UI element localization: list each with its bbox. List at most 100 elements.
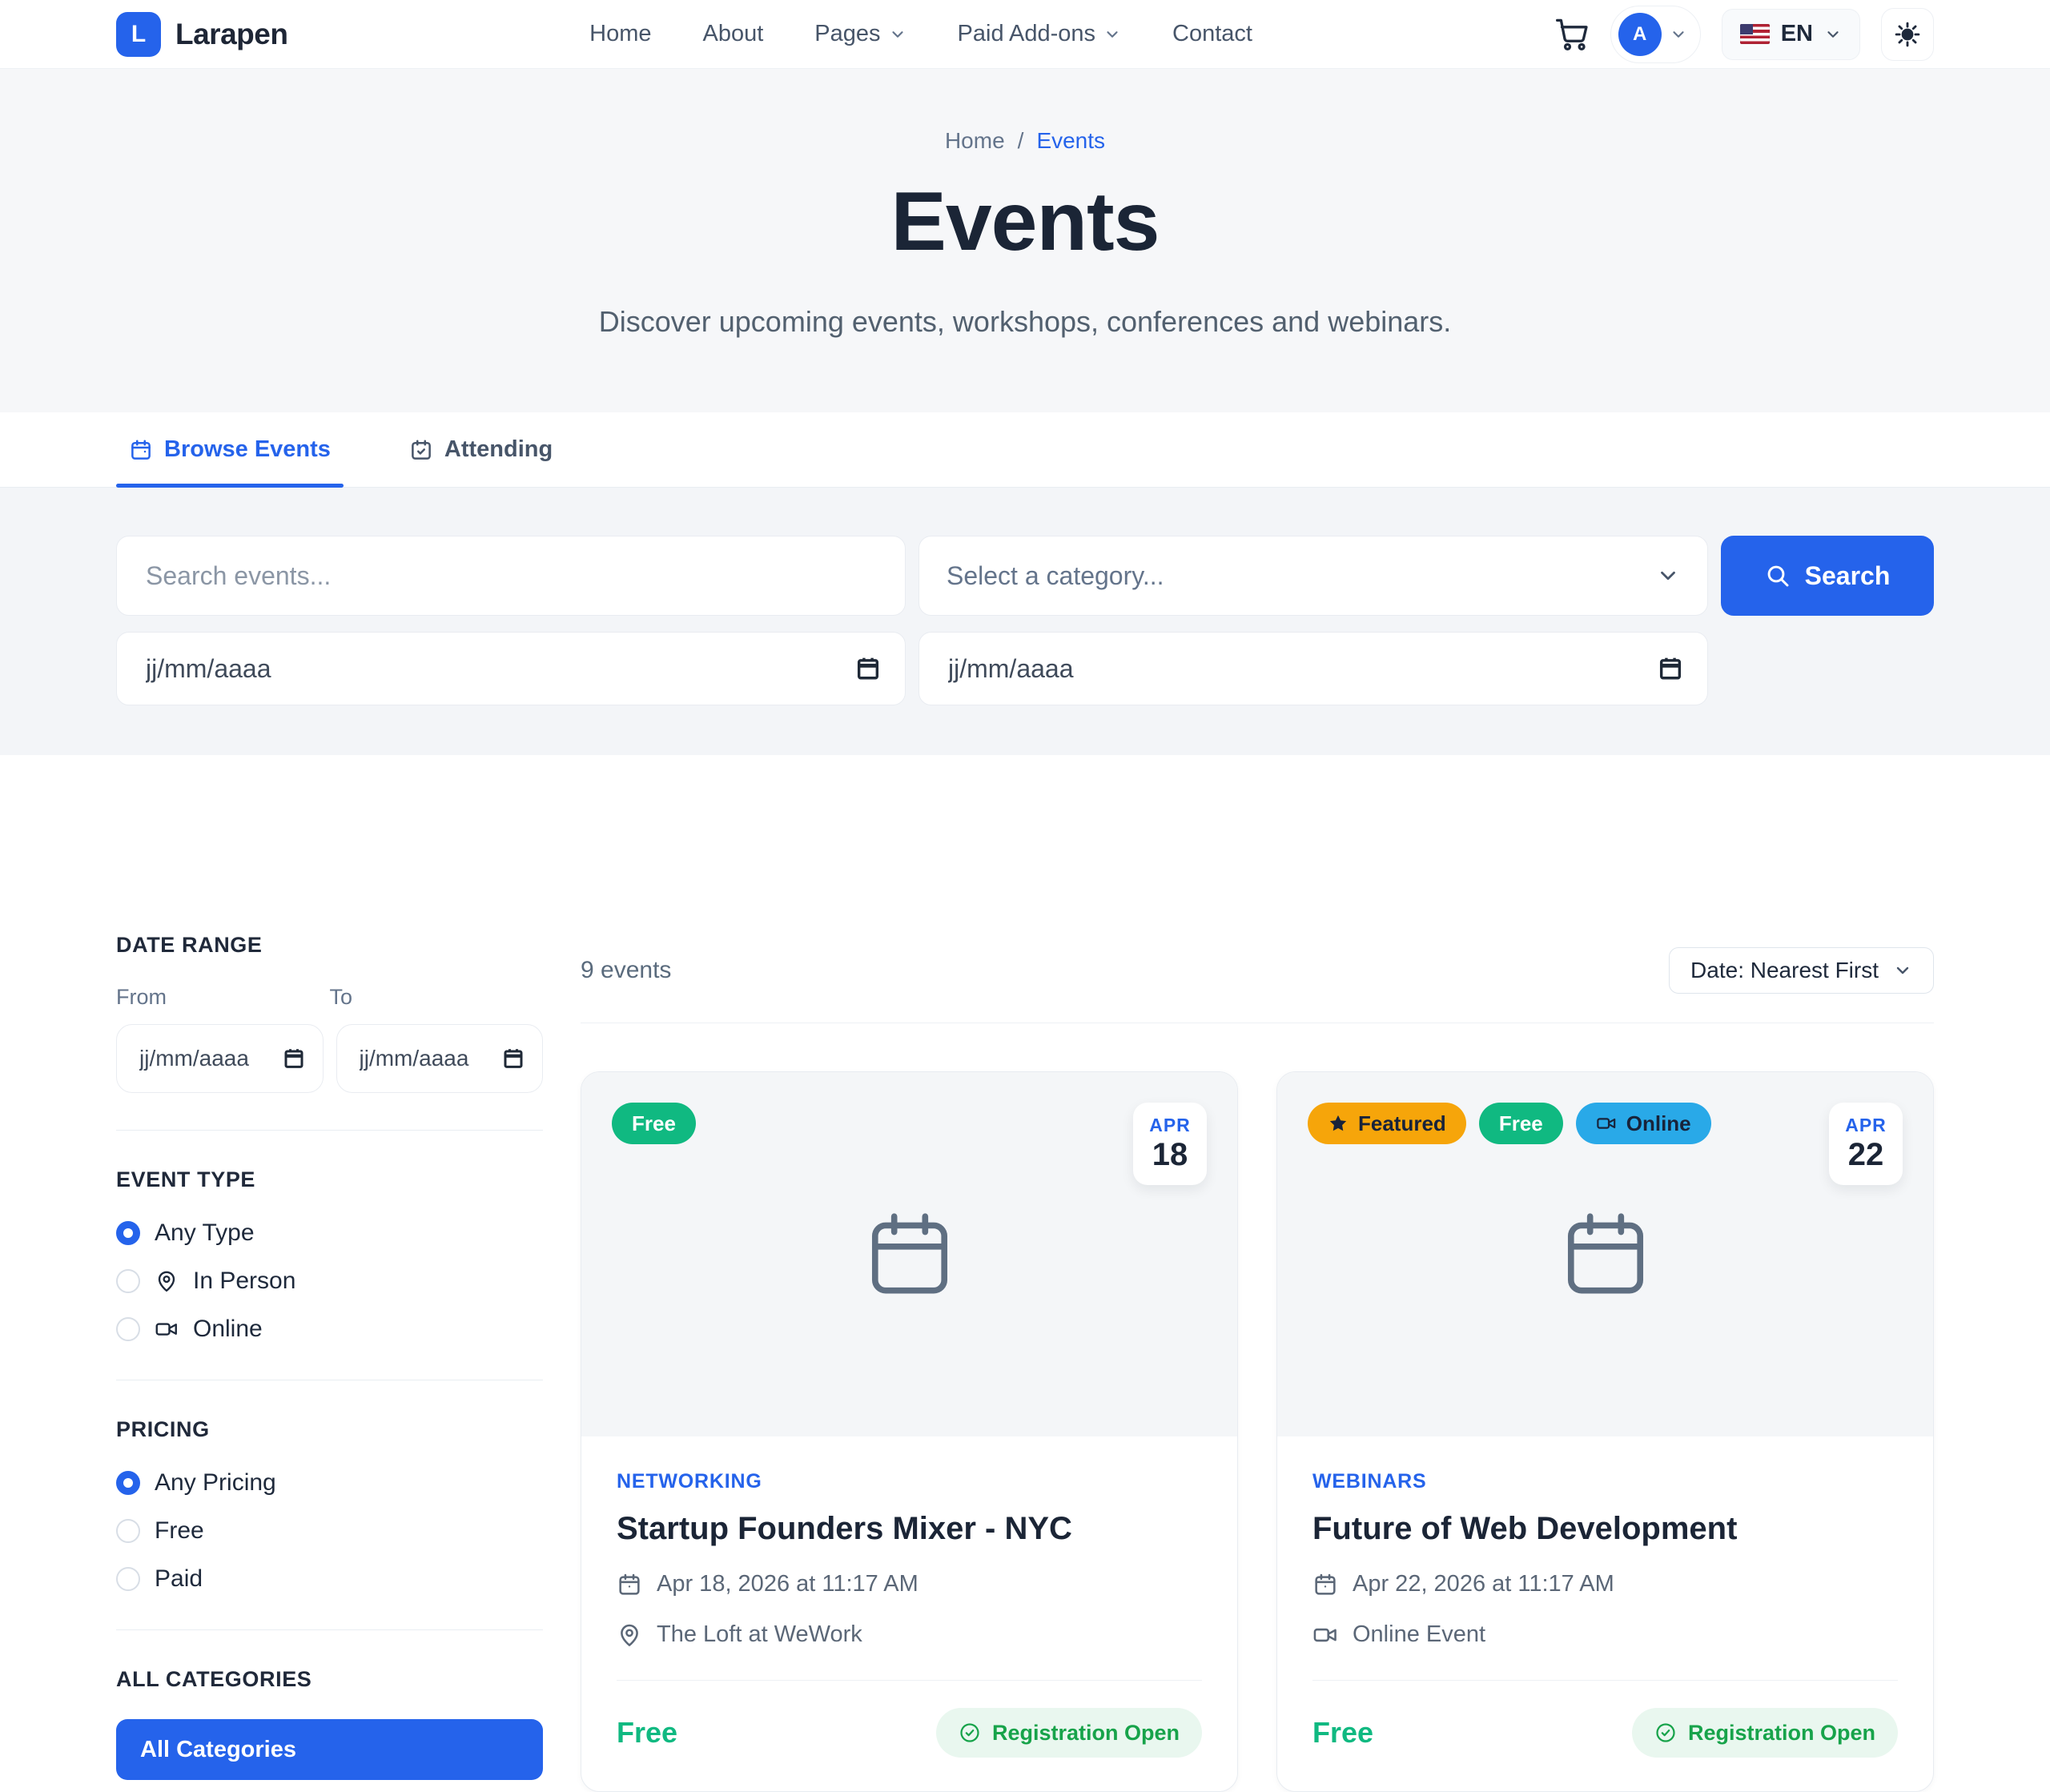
event-date-chip: APR 18 bbox=[1133, 1103, 1207, 1185]
video-icon bbox=[1312, 1622, 1338, 1648]
nav-about[interactable]: About bbox=[703, 21, 764, 47]
event-type-in-person[interactable]: In Person bbox=[116, 1268, 543, 1295]
nav-paid-addons[interactable]: Paid Add-ons bbox=[958, 21, 1122, 47]
start-date-input[interactable] bbox=[116, 632, 906, 705]
pricing-paid[interactable]: Paid bbox=[116, 1565, 543, 1593]
tabs-bar: Browse Events Attending bbox=[0, 412, 2050, 488]
event-card-future-of-web-development[interactable]: Featured Free Online APR 22 bbox=[1276, 1071, 1934, 1792]
site-header: L Larapen Home About Pages Paid Add-ons … bbox=[0, 0, 2050, 69]
breadcrumb-home[interactable]: Home bbox=[945, 128, 1005, 154]
theme-toggle-button[interactable] bbox=[1881, 8, 1934, 61]
event-location-row: The Loft at WeWork bbox=[617, 1621, 1202, 1648]
user-menu-button[interactable]: A bbox=[1610, 6, 1701, 63]
breadcrumb-separator: / bbox=[1018, 128, 1024, 154]
event-location-row: Online Event bbox=[1312, 1621, 1898, 1648]
nav-pages[interactable]: Pages bbox=[814, 21, 906, 47]
category-select-value: Select a category... bbox=[947, 561, 1164, 591]
all-categories-button[interactable]: All Categories bbox=[116, 1719, 543, 1780]
end-date-input[interactable] bbox=[918, 632, 1708, 705]
event-type-section: EVENT TYPE Any Type In Person Online bbox=[116, 1167, 543, 1343]
category-select[interactable]: Select a category... bbox=[918, 536, 1708, 616]
event-type-heading: EVENT TYPE bbox=[116, 1167, 543, 1192]
registration-status-badge: Registration Open bbox=[1632, 1708, 1898, 1758]
check-circle-icon bbox=[959, 1722, 981, 1744]
featured-badge: Featured bbox=[1308, 1103, 1466, 1144]
chevron-down-icon bbox=[1670, 26, 1687, 43]
event-type-any-label: Any Type bbox=[155, 1219, 255, 1247]
radio-checked[interactable] bbox=[116, 1471, 140, 1495]
calendar-icon[interactable] bbox=[501, 1047, 525, 1071]
radio-unchecked[interactable] bbox=[116, 1317, 140, 1341]
nav-contact[interactable]: Contact bbox=[1172, 21, 1252, 47]
pricing-heading: PRICING bbox=[116, 1417, 543, 1442]
search-input[interactable] bbox=[116, 536, 906, 616]
event-date-chip: APR 22 bbox=[1829, 1103, 1903, 1185]
event-location: The Loft at WeWork bbox=[657, 1621, 862, 1648]
main-content: DATE RANGE From To EVENT TYPE bbox=[116, 755, 1934, 1792]
event-datetime: Apr 18, 2026 at 11:17 AM bbox=[657, 1571, 918, 1597]
registration-status-badge: Registration Open bbox=[936, 1708, 1202, 1758]
event-card-startup-founders-mixer[interactable]: Free APR 18 NETWORKING Startup Founders … bbox=[581, 1071, 1238, 1792]
tab-attending[interactable]: Attending bbox=[396, 412, 565, 487]
nav-pages-label: Pages bbox=[814, 21, 880, 47]
filters-sidebar: DATE RANGE From To EVENT TYPE bbox=[116, 933, 543, 1792]
language-selector[interactable]: EN bbox=[1722, 9, 1860, 60]
map-pin-icon bbox=[155, 1269, 179, 1293]
event-card-body: WEBINARS Future of Web Development Apr 2… bbox=[1277, 1436, 1933, 1791]
event-month: APR bbox=[1149, 1115, 1191, 1136]
search-button[interactable]: Search bbox=[1721, 536, 1934, 616]
calendar-icon[interactable] bbox=[854, 655, 882, 682]
calendar-icon bbox=[1312, 1572, 1338, 1597]
chevron-down-icon bbox=[1893, 961, 1912, 980]
calendar-icon[interactable] bbox=[282, 1047, 306, 1071]
free-badge: Free bbox=[612, 1103, 696, 1144]
results-count: 9 events bbox=[581, 957, 671, 984]
calendar-icon bbox=[129, 438, 153, 462]
brand-name: Larapen bbox=[175, 18, 287, 51]
chevron-down-icon bbox=[1103, 26, 1121, 43]
breadcrumb: Home / Events bbox=[116, 128, 1934, 154]
avatar: A bbox=[1618, 13, 1662, 56]
registration-status-label: Registration Open bbox=[992, 1721, 1180, 1746]
chevron-down-icon bbox=[1824, 26, 1842, 43]
cart-button[interactable] bbox=[1554, 17, 1590, 52]
to-date-field bbox=[336, 1024, 544, 1093]
radio-unchecked[interactable] bbox=[116, 1269, 140, 1293]
nav-home-label: Home bbox=[589, 21, 651, 47]
event-month: APR bbox=[1845, 1115, 1887, 1136]
start-date-field bbox=[116, 632, 906, 705]
sidebar-divider bbox=[116, 1130, 543, 1131]
radio-unchecked[interactable] bbox=[116, 1567, 140, 1591]
event-image-placeholder: Featured Free Online APR 22 bbox=[1277, 1072, 1933, 1436]
from-date-field bbox=[116, 1024, 324, 1093]
nav-home[interactable]: Home bbox=[589, 21, 651, 47]
breadcrumb-current[interactable]: Events bbox=[1036, 128, 1105, 154]
calendar-icon[interactable] bbox=[1657, 655, 1684, 682]
event-title[interactable]: Startup Founders Mixer - NYC bbox=[617, 1511, 1202, 1547]
free-badge: Free bbox=[1479, 1103, 1563, 1144]
events-column: 9 events Date: Nearest First Free APR 18 bbox=[581, 933, 1934, 1792]
tab-browse-events[interactable]: Browse Events bbox=[116, 412, 344, 487]
video-icon bbox=[155, 1317, 179, 1341]
event-type-in-person-label: In Person bbox=[193, 1268, 295, 1295]
radio-unchecked[interactable] bbox=[116, 1519, 140, 1543]
categories-section: ALL CATEGORIES All Categories bbox=[116, 1667, 543, 1780]
event-category[interactable]: NETWORKING bbox=[617, 1470, 1202, 1493]
event-type-online[interactable]: Online bbox=[116, 1316, 543, 1343]
brand-logo[interactable]: L Larapen bbox=[116, 12, 287, 57]
event-category[interactable]: WEBINARS bbox=[1312, 1470, 1898, 1493]
radio-checked[interactable] bbox=[116, 1221, 140, 1245]
sort-dropdown[interactable]: Date: Nearest First bbox=[1669, 947, 1934, 994]
event-price: Free bbox=[617, 1716, 677, 1750]
event-title[interactable]: Future of Web Development bbox=[1312, 1511, 1898, 1547]
chevron-down-icon bbox=[1656, 564, 1680, 588]
event-type-any[interactable]: Any Type bbox=[116, 1219, 543, 1247]
pricing-free-label: Free bbox=[155, 1517, 204, 1545]
pricing-free[interactable]: Free bbox=[116, 1517, 543, 1545]
event-day: 22 bbox=[1845, 1136, 1887, 1173]
pricing-any[interactable]: Any Pricing bbox=[116, 1469, 543, 1497]
event-type-online-label: Online bbox=[193, 1316, 263, 1343]
free-badge-label: Free bbox=[1499, 1111, 1543, 1136]
nav-paid-addons-label: Paid Add-ons bbox=[958, 21, 1096, 47]
nav-contact-label: Contact bbox=[1172, 21, 1252, 47]
